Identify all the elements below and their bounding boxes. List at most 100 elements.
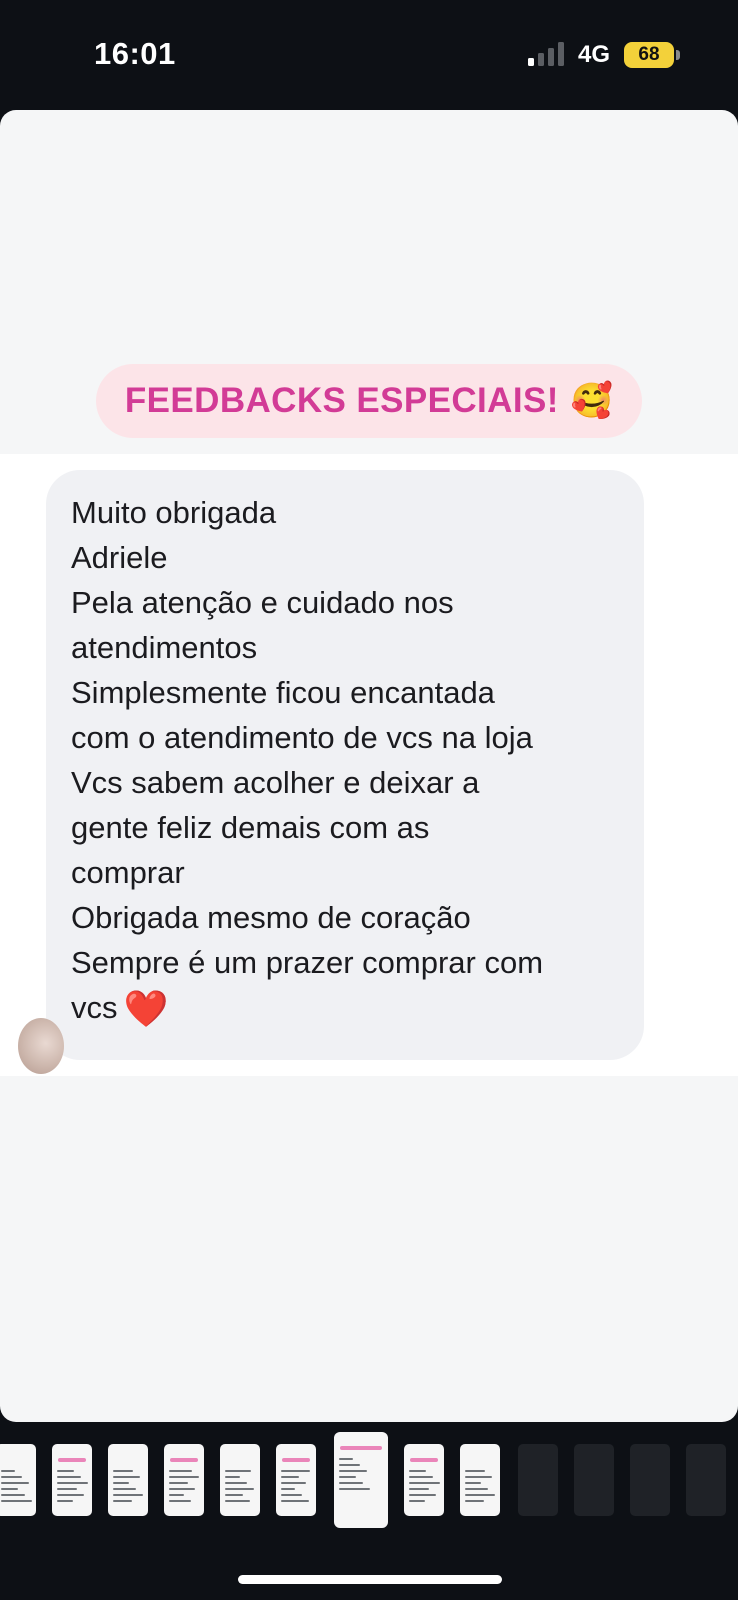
thumbnail-text-mark xyxy=(57,1482,88,1484)
thumbnail-text-mark xyxy=(169,1494,184,1496)
story-thumbnail[interactable] xyxy=(518,1444,558,1516)
thumbnail-text-mark xyxy=(169,1500,191,1502)
thumbnail-text-mark xyxy=(339,1464,360,1466)
thumbnail-text-mark xyxy=(339,1476,356,1478)
smiling-hearts-emoji-icon: 🥰 xyxy=(570,382,614,420)
thumbnail-text-mark xyxy=(409,1476,433,1478)
thumbnail-title-mark xyxy=(170,1458,198,1462)
message-line: Sempre é um prazer comprar com xyxy=(71,945,544,980)
thumbnail-text-mark xyxy=(1,1482,29,1484)
message-line: comprar xyxy=(71,855,185,890)
thumbnail-text-mark xyxy=(409,1494,436,1496)
thumbnail-text-mark xyxy=(465,1482,481,1484)
thumbnail-title-mark xyxy=(340,1446,382,1450)
story-thumbnail[interactable] xyxy=(0,1444,36,1516)
thumbnail-text-mark xyxy=(281,1494,302,1496)
thumbnail-text-mark xyxy=(465,1470,485,1472)
thumbnail-text-mark xyxy=(409,1488,429,1490)
thumbnail-text-mark xyxy=(113,1482,129,1484)
thumbnail-text-mark xyxy=(281,1470,310,1472)
status-time: 16:01 xyxy=(94,36,176,71)
message-line: Simplesmente ficou encantada xyxy=(71,675,495,710)
story-thumbnail-active[interactable] xyxy=(334,1432,388,1528)
thumbnail-text-mark xyxy=(1,1494,25,1496)
thumbnail-text-mark xyxy=(465,1494,495,1496)
thumbnail-text-mark xyxy=(465,1500,484,1502)
thumbnail-text-mark xyxy=(225,1482,247,1484)
message-line-last: vcs ❤️ xyxy=(71,985,618,1031)
battery-icon: 68 xyxy=(624,42,674,68)
thumbnail-text-mark xyxy=(113,1476,140,1478)
thumbnail-text-mark xyxy=(281,1482,306,1484)
thumbnail-text-mark xyxy=(57,1488,77,1490)
story-card[interactable]: FEEDBACKS ESPECIAIS! 🥰 Muito obrigada Ad… xyxy=(0,110,738,1422)
message-line: Muito obrigada xyxy=(71,495,277,530)
message-line: atendimentos xyxy=(71,630,258,665)
thumbnail-text-mark xyxy=(339,1488,370,1490)
chat-screenshot: Muito obrigada Adriele Pela atenção e cu… xyxy=(0,454,738,1076)
story-thumbnail[interactable] xyxy=(686,1444,726,1516)
thumbnail-text-mark xyxy=(225,1494,243,1496)
thumbnail-text-mark xyxy=(225,1488,254,1490)
thumbnail-text-mark xyxy=(169,1488,195,1490)
story-thumbnail[interactable] xyxy=(164,1444,204,1516)
thumbnail-text-mark xyxy=(57,1470,74,1472)
status-bar: 16:01 4G 68 xyxy=(0,0,738,110)
message-line: Vcs sabem acolher e deixar a xyxy=(71,765,480,800)
story-thumbnail[interactable] xyxy=(630,1444,670,1516)
thumbnail-text-mark xyxy=(113,1470,133,1472)
message-line-text: vcs xyxy=(71,990,118,1025)
thumbnail-text-mark xyxy=(169,1476,199,1478)
thumbnail-text-mark xyxy=(113,1500,132,1502)
thumbnail-text-mark xyxy=(339,1470,367,1472)
story-thumbnail[interactable] xyxy=(220,1444,260,1516)
story-thumbnail[interactable] xyxy=(108,1444,148,1516)
thumbnail-text-mark xyxy=(169,1482,188,1484)
network-type: 4G xyxy=(578,41,611,68)
thumbnail-text-mark xyxy=(1,1500,32,1502)
thumbnail-text-mark xyxy=(113,1494,143,1496)
thumbnail-text-mark xyxy=(465,1488,488,1490)
thumbnail-text-mark xyxy=(57,1500,73,1502)
thumbnail-text-mark xyxy=(225,1476,240,1478)
story-thumbnail[interactable] xyxy=(52,1444,92,1516)
thumbnail-text-mark xyxy=(225,1470,251,1472)
thumbnail-text-mark xyxy=(409,1500,425,1502)
story-title-pill: FEEDBACKS ESPECIAIS! 🥰 xyxy=(96,364,642,438)
story-thumbnail[interactable] xyxy=(460,1444,500,1516)
red-heart-emoji-icon: ❤️ xyxy=(123,988,169,1029)
thumbnail-text-mark xyxy=(465,1476,492,1478)
story-thumbnail[interactable] xyxy=(404,1444,444,1516)
thumbnail-text-mark xyxy=(409,1470,426,1472)
message-bubble: Muito obrigada Adriele Pela atenção e cu… xyxy=(18,470,644,1074)
thumbnail-text-mark xyxy=(409,1482,440,1484)
thumbnail-text-mark xyxy=(113,1488,136,1490)
thumbnail-text-mark xyxy=(57,1476,81,1478)
story-title: FEEDBACKS ESPECIAIS! xyxy=(124,381,559,420)
home-indicator[interactable] xyxy=(238,1575,502,1584)
thumbnail-title-mark xyxy=(410,1458,438,1462)
thumbnail-text-mark xyxy=(1,1488,18,1490)
story-thumbnail-strip xyxy=(0,1430,738,1530)
thumbnail-text-mark xyxy=(339,1458,353,1460)
message-line: Adriele xyxy=(71,540,168,575)
thumbnail-text-mark xyxy=(169,1470,192,1472)
thumbnail-title-mark xyxy=(58,1458,86,1462)
message-line: gente feliz demais com as xyxy=(71,810,430,845)
message-line: com o atendimento de vcs na loja xyxy=(71,720,533,755)
thumbnail-text-mark xyxy=(281,1488,295,1490)
thumbnail-text-mark xyxy=(57,1494,84,1496)
story-thumbnail[interactable] xyxy=(574,1444,614,1516)
message-line: Obrigada mesmo de coração xyxy=(71,900,471,935)
cellular-signal-icon xyxy=(528,42,566,66)
story-thumbnail[interactable] xyxy=(276,1444,316,1516)
thumbnail-text-mark xyxy=(1,1476,22,1478)
thumbnail-text-mark xyxy=(281,1500,309,1502)
battery-tip xyxy=(676,50,680,60)
sender-avatar xyxy=(18,1018,64,1074)
thumbnail-title-mark xyxy=(282,1458,310,1462)
thumbnail-text-mark xyxy=(225,1500,250,1502)
thumbnail-text-mark xyxy=(1,1470,15,1472)
thumbnail-text-mark xyxy=(339,1482,363,1484)
thumbnail-text-mark xyxy=(281,1476,299,1478)
